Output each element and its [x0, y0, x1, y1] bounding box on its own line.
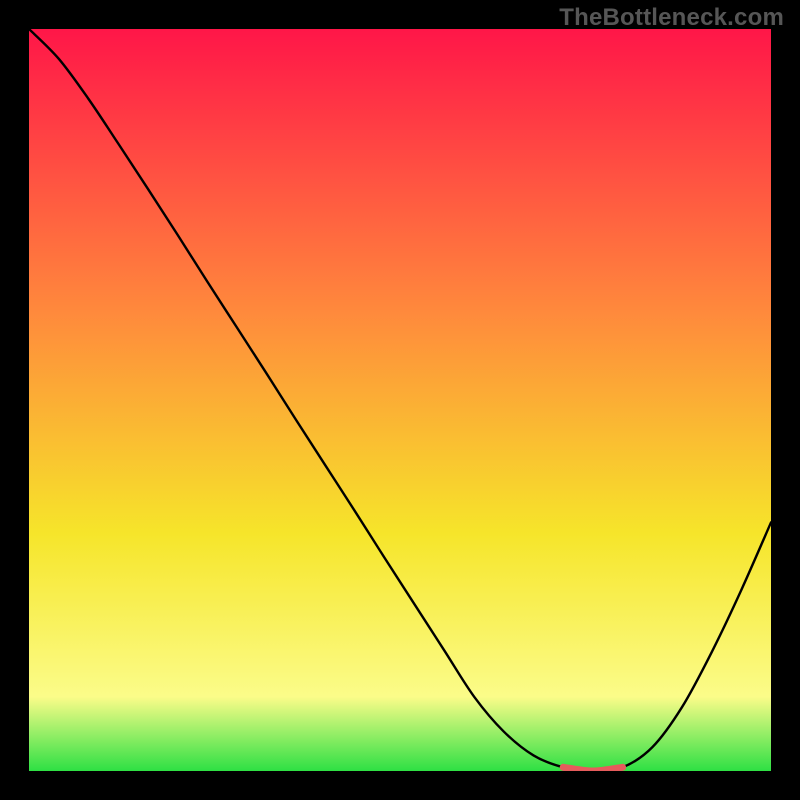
gradient-background	[29, 29, 771, 771]
chart-frame: TheBottleneck.com	[0, 0, 800, 800]
bottleneck-chart	[29, 29, 771, 771]
curve-minimum-highlight	[563, 767, 622, 771]
watermark-text: TheBottleneck.com	[559, 4, 784, 32]
